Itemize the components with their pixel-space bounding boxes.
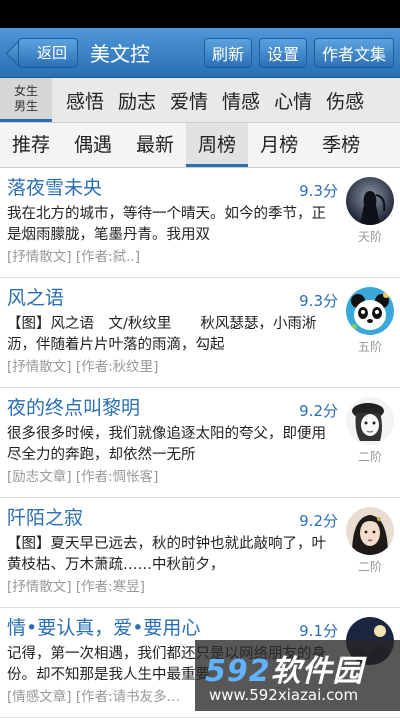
refresh-button[interactable]: 刷新 [203,37,252,68]
tab-latest[interactable]: 最新 [124,123,186,167]
article-title[interactable]: 夜的终点叫黎明 [7,396,400,420]
article-meta: [抒情散文] [作者:弑..] [7,249,140,265]
page-title: 美文控 [90,42,151,66]
category-item[interactable]: 感悟 [66,87,104,114]
tab-recommend[interactable]: 推荐 [0,123,62,167]
article-meta: [励志文章] [作者:惆怅客] [7,469,159,485]
category-bar: 女生 男生 感悟 励志 爱情 情感 心情 伤感 [0,78,400,123]
article-excerpt: 很多很多时候，我们就像追逐太阳的夸父，即便用尽全力的奔跑，却依然一无所 [7,426,326,463]
back-button[interactable]: 返回 [18,37,79,68]
watermark-url: www.592xiazai.com [209,686,359,704]
category-item[interactable]: 心情 [274,87,312,114]
article-title[interactable]: 情•要认真，爱•要用心 [7,616,400,640]
article-score: 9.2分 [299,512,338,530]
list-item[interactable]: 风之语 9.3分 【图】风之语 文/秋纹里 秋风瑟瑟，小雨淅沥，伴随着片片叶落的… [0,278,400,388]
author-rank: 天阶 [357,230,382,244]
site-watermark: 592软件园 www.592xiazai.com [195,640,400,711]
article-excerpt: 我在北方的城市，等待一个晴天。如今的季节，正是烟雨朦胧，笔墨丹青。我用双 [7,206,326,243]
dark-figure-avatar-icon[interactable] [346,177,394,225]
article-title[interactable]: 阡陌之寂 [7,506,400,530]
sketch-girl-avatar-icon[interactable] [346,397,394,445]
article-excerpt: 【图】夏天早已远去，秋的时钟也就此敲响了，叶黄枝枯、万木萧疏……中秋前夕， [7,536,326,573]
article-list: 落夜雪未央 9.3分 我在北方的城市，等待一个晴天。如今的季节，正是烟雨朦胧，笔… [0,168,400,718]
author-rank: 二阶 [357,450,382,464]
article-score: 9.3分 [299,182,338,200]
list-item[interactable]: 夜的终点叫黎明 9.2分 很多很多时候，我们就像追逐太阳的夸父，即便用尽全力的奔… [0,388,400,498]
watermark-logo-number: 592 [205,654,271,689]
back-button-wrap: 返回 [14,37,79,68]
status-bar [0,0,400,28]
article-meta: [抒情散文] [作者:寒昱] [7,579,145,595]
article-score: 9.1分 [299,622,338,640]
app-header: 返回 美文控 刷新 设置 作者文集 [0,28,400,78]
settings-button[interactable]: 设置 [258,37,307,68]
article-excerpt: 【图】风之语 文/秋纹里 秋风瑟瑟，小雨淅沥，伴随着片片叶落的雨滴，勾起 [7,316,317,353]
costume-woman-avatar-icon[interactable] [346,507,394,555]
list-item[interactable]: 落夜雪未央 9.3分 我在北方的城市，等待一个晴天。如今的季节，正是烟雨朦胧，笔… [0,168,400,278]
tab-monthly[interactable]: 月榜 [248,123,310,167]
gender-female-label: 女生 [13,83,38,98]
tab-weekly[interactable]: 周榜 [186,123,249,167]
author-rank: 二阶 [357,560,382,574]
watermark-logo-text: 软件园 [270,654,364,689]
category-item[interactable]: 爱情 [170,87,208,114]
article-title[interactable]: 风之语 [7,286,400,310]
author-rank: 五阶 [357,340,382,354]
gender-male-label: 男生 [13,98,38,113]
panda-avatar-icon[interactable] [346,287,394,335]
category-item[interactable]: 伤感 [326,87,364,114]
article-meta: [抒情散文] [作者:秋纹里] [7,359,159,375]
article-score: 9.2分 [299,402,338,420]
category-item[interactable]: 励志 [118,87,156,114]
tab-quarterly[interactable]: 季榜 [310,123,372,167]
category-item[interactable]: 情感 [222,87,260,114]
article-score: 9.3分 [299,292,338,310]
watermark-logo: 592软件园 [205,646,364,690]
article-title[interactable]: 落夜雪未央 [7,176,400,200]
tab-encounter[interactable]: 偶遇 [62,123,124,167]
author-collection-button[interactable]: 作者文集 [313,37,394,68]
ranking-tabs: 推荐 偶遇 最新 周榜 月榜 季榜 [0,123,400,168]
gender-toggle[interactable]: 女生 男生 [0,78,52,122]
list-item[interactable]: 阡陌之寂 9.2分 【图】夏天早已远去，秋的时钟也就此敲响了，叶黄枝枯、万木萧疏… [0,498,400,608]
